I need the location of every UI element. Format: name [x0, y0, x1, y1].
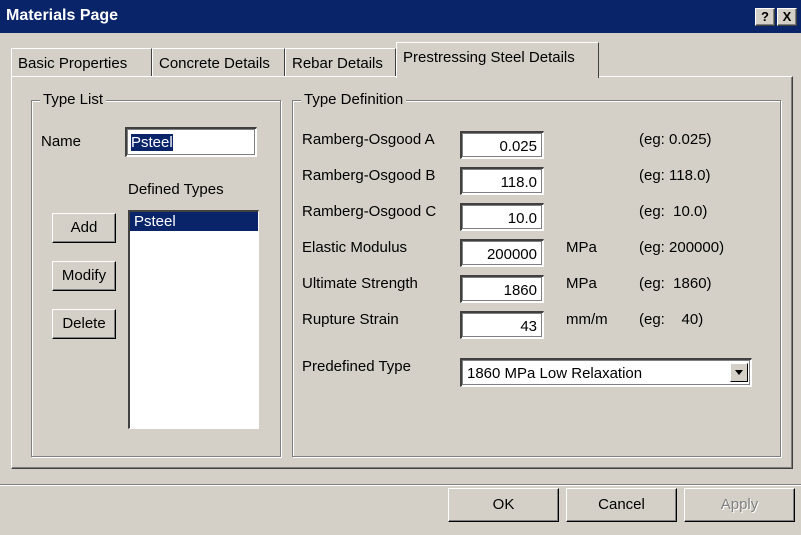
title-bar: Materials Page ? X: [0, 0, 801, 33]
defined-types-label: Defined Types: [128, 181, 224, 198]
chevron-down-icon: [735, 370, 743, 375]
predefined-type-label: Predefined Type: [302, 358, 411, 375]
tab-panel: Type List Name Psteel Defined Types Add …: [11, 76, 793, 469]
name-label: Name: [41, 133, 82, 150]
elastic-modulus-label: Elastic Modulus: [302, 239, 408, 256]
elastic-modulus-example: (eg: 200000): [639, 239, 725, 256]
apply-button[interactable]: Apply: [684, 488, 795, 522]
footer-separator: [0, 484, 801, 486]
ramberg-osgood-a-label: Ramberg-Osgood A: [302, 131, 435, 148]
type-definition-legend: Type Definition: [301, 91, 407, 108]
ramberg-osgood-c-example: (eg: 10.0): [639, 203, 708, 220]
elastic-modulus-field[interactable]: 200000: [460, 239, 544, 267]
type-definition-group: Type Definition Ramberg-Osgood A 0.025 (…: [292, 91, 781, 457]
ramberg-osgood-c-label: Ramberg-Osgood C: [302, 203, 437, 220]
elastic-modulus-unit: MPa: [566, 239, 597, 256]
ramberg-osgood-b-label: Ramberg-Osgood B: [302, 167, 436, 184]
modify-button[interactable]: Modify: [52, 261, 116, 291]
rupture-strain-field[interactable]: 43: [460, 311, 544, 339]
ramberg-osgood-a-field[interactable]: 0.025: [460, 131, 544, 159]
add-button[interactable]: Add: [52, 213, 116, 243]
ultimate-strength-field[interactable]: 1860: [460, 275, 544, 303]
cancel-button[interactable]: Cancel: [566, 488, 677, 522]
ultimate-strength-example: (eg: 1860): [639, 275, 712, 292]
rupture-strain-example: (eg: 40): [639, 311, 704, 328]
ultimate-strength-label: Ultimate Strength: [302, 275, 418, 292]
tab-prestressing-steel-details[interactable]: Prestressing Steel Details: [396, 42, 599, 78]
ramberg-osgood-b-example: (eg: 118.0): [639, 167, 711, 184]
ramberg-osgood-c-field[interactable]: 10.0: [460, 203, 544, 231]
rupture-strain-label: Rupture Strain: [302, 311, 399, 328]
ultimate-strength-unit: MPa: [566, 275, 597, 292]
delete-button[interactable]: Delete: [52, 309, 116, 339]
ramberg-osgood-a-example: (eg: 0.025): [639, 131, 712, 148]
help-button[interactable]: ?: [755, 8, 775, 26]
ramberg-osgood-b-field[interactable]: 118.0: [460, 167, 544, 195]
name-field-value: Psteel: [131, 134, 173, 151]
predefined-type-value: 1860 MPa Low Relaxation: [467, 365, 643, 382]
window-title: Materials Page: [6, 7, 119, 24]
type-list-group: Type List Name Psteel Defined Types Add …: [31, 91, 281, 457]
type-list-legend: Type List: [40, 91, 107, 108]
tab-rebar-details[interactable]: Rebar Details: [285, 48, 396, 76]
ok-button[interactable]: OK: [448, 488, 559, 522]
name-field[interactable]: Psteel: [125, 127, 257, 157]
rupture-strain-unit: mm/m: [566, 311, 608, 328]
list-item[interactable]: Psteel: [130, 212, 258, 231]
tab-concrete-details[interactable]: Concrete Details: [152, 48, 285, 76]
close-button[interactable]: X: [777, 8, 797, 26]
tab-basic-properties[interactable]: Basic Properties: [11, 48, 152, 76]
dropdown-arrow-button[interactable]: [730, 363, 748, 382]
defined-types-list[interactable]: Psteel: [128, 210, 259, 429]
predefined-type-select[interactable]: 1860 MPa Low Relaxation: [460, 358, 752, 387]
